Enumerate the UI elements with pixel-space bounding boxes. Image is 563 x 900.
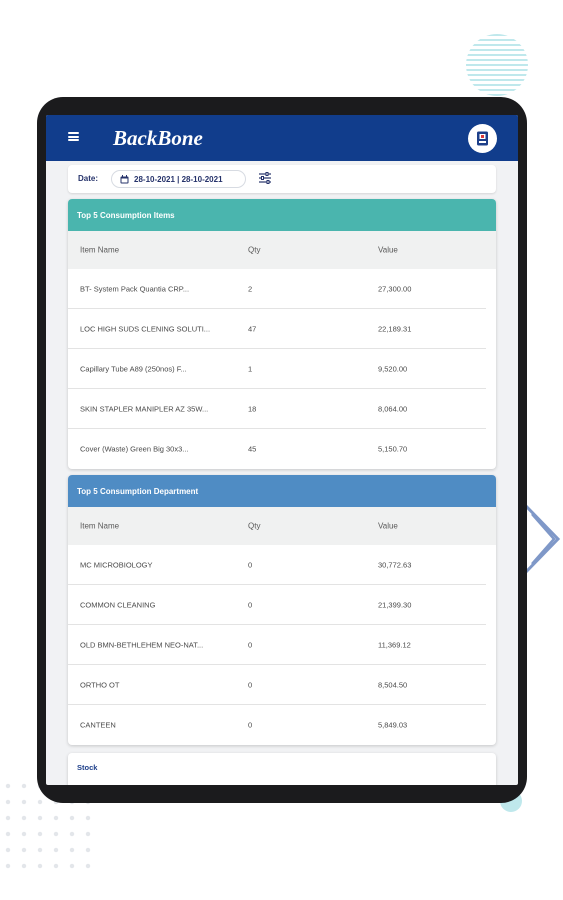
table-header: Item Name Qty Value — [68, 231, 496, 269]
tablet-frame: BackBone Date: 28-10-2021 | 28-10-2021 T… — [37, 97, 527, 803]
profile-avatar[interactable] — [468, 124, 497, 153]
top-consumption-department-panel: Top 5 Consumption Department Item Name Q… — [68, 475, 496, 745]
decorative-striped-circle — [466, 34, 528, 96]
table-row[interactable]: ORTHO OT 0 8,504.50 — [68, 665, 486, 705]
department-value: 30,772.63 — [378, 560, 412, 569]
table-header: Item Name Qty Value — [68, 507, 496, 545]
table-row[interactable]: CANTEEN 0 5,849.03 — [68, 705, 486, 745]
calendar-icon — [120, 175, 129, 184]
table-row[interactable]: SKIN STAPLER MANIPLER AZ 35W... 18 8,064… — [68, 389, 486, 429]
department-value: 8,504.50 — [378, 680, 408, 689]
department-name: CANTEEN — [80, 720, 116, 730]
app-bar: BackBone — [46, 115, 518, 161]
item-value: 22,189.31 — [378, 324, 412, 333]
svg-text:BackBone: BackBone — [112, 126, 203, 150]
item-name: SKIN STAPLER MANIPLER AZ 35W... — [80, 404, 209, 413]
item-value: 5,150.70 — [378, 444, 408, 454]
item-value: 8,064.00 — [378, 404, 408, 413]
date-range-text: 28-10-2021 | 28-10-2021 — [134, 175, 223, 184]
column-header-item-name: Item Name — [80, 245, 120, 255]
department-name: ORTHO OT — [80, 680, 120, 689]
department-qty: 0 — [248, 640, 253, 649]
department-name: COMMON CLEANING — [80, 600, 156, 609]
stock-title: Stock — [77, 763, 98, 772]
item-name: Capillary Tube A89 (250nos) F... — [80, 364, 187, 373]
table-row[interactable]: Capillary Tube A89 (250nos) F... 1 9,520… — [68, 349, 486, 389]
top-consumption-items-panel: Top 5 Consumption Items Item Name Qty Va… — [68, 199, 496, 469]
table-row[interactable]: MC MICROBIOLOGY 0 30,772.63 — [68, 545, 486, 585]
table-row[interactable]: COMMON CLEANING 0 21,399.30 — [68, 585, 486, 625]
department-name: MC MICROBIOLOGY — [80, 560, 153, 569]
menu-icon[interactable] — [68, 132, 79, 141]
user-badge-icon — [477, 131, 488, 146]
date-filter-bar: Date: 28-10-2021 | 28-10-2021 — [68, 165, 496, 193]
item-qty: 2 — [248, 284, 253, 293]
item-value: 9,520.00 — [378, 364, 408, 373]
department-value: 11,369.12 — [378, 640, 411, 649]
canvas: BackBone Date: 28-10-2021 | 28-10-2021 T… — [0, 0, 563, 900]
filter-sliders-icon[interactable] — [258, 171, 272, 185]
panel-title: Top 5 Consumption Items — [77, 210, 175, 220]
item-qty: 45 — [248, 444, 257, 454]
item-name: Cover (Waste) Green Big 30x3... — [80, 444, 189, 454]
department-value: 5,849.03 — [378, 720, 408, 730]
item-qty: 47 — [248, 324, 257, 333]
table-row[interactable]: LOC HIGH SUDS CLENING SOLUTI... 47 22,18… — [68, 309, 486, 349]
backbone-logo: BackBone — [112, 126, 203, 150]
panel-title: Top 5 Consumption Department — [77, 486, 199, 496]
stock-panel[interactable]: Stock — [68, 753, 496, 785]
table-row[interactable]: OLD BMN-BETHLEHEM NEO-NAT... 0 11,369.12 — [68, 625, 486, 665]
column-header-value: Value — [378, 521, 398, 531]
department-value: 21,399.30 — [378, 600, 412, 609]
panel-header: Top 5 Consumption Department — [68, 475, 496, 507]
table-row[interactable]: Cover (Waste) Green Big 30x3... 45 5,150… — [68, 429, 486, 469]
column-header-value: Value — [378, 245, 398, 255]
item-value: 27,300.00 — [378, 284, 412, 293]
item-name: LOC HIGH SUDS CLENING SOLUTI... — [80, 324, 211, 333]
department-qty: 0 — [248, 720, 253, 730]
item-qty: 1 — [248, 364, 253, 373]
column-header-item-name: Item Name — [80, 521, 120, 531]
date-label: Date: — [78, 174, 99, 183]
department-qty: 0 — [248, 560, 253, 569]
item-qty: 18 — [248, 404, 257, 413]
app-screen: BackBone Date: 28-10-2021 | 28-10-2021 T… — [46, 115, 518, 785]
department-qty: 0 — [248, 680, 253, 689]
column-header-qty: Qty — [248, 245, 261, 255]
department-name: OLD BMN-BETHLEHEM NEO-NAT... — [80, 640, 204, 649]
table-row[interactable]: BT- System Pack Quantia CRP... 2 27,300.… — [68, 269, 486, 309]
column-header-qty: Qty — [248, 521, 261, 531]
date-range-picker[interactable]: 28-10-2021 | 28-10-2021 — [111, 170, 246, 188]
item-name: BT- System Pack Quantia CRP... — [80, 284, 190, 293]
panel-header: Top 5 Consumption Items — [68, 199, 496, 231]
department-qty: 0 — [248, 600, 253, 609]
